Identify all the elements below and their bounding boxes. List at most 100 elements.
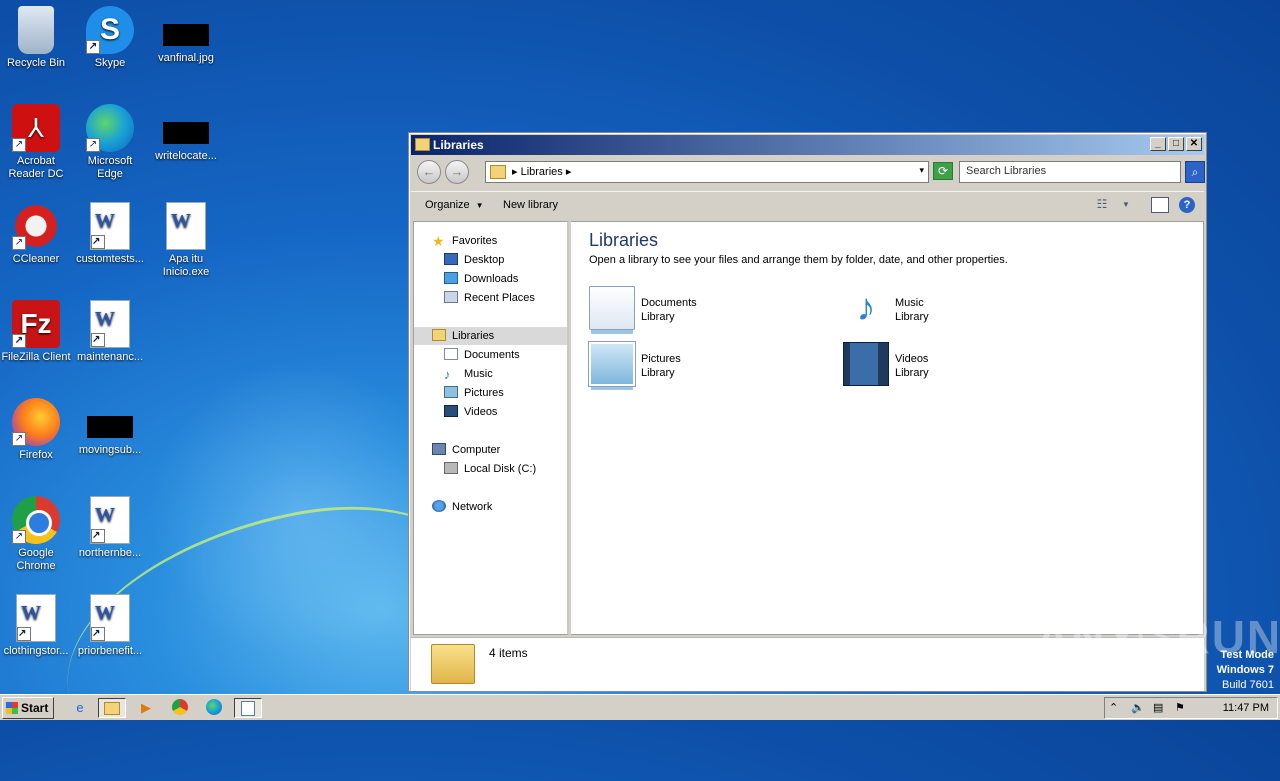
acrobat-icon: ⅄ ↗: [12, 104, 60, 152]
view-options-chevron-icon[interactable]: ▼: [1117, 197, 1135, 213]
address-dropdown[interactable]: ▾: [919, 165, 924, 176]
address-bar[interactable]: ▸ Libraries ▸ ▾: [485, 161, 929, 183]
start-button[interactable]: Start: [2, 697, 54, 719]
desktop-icon-firefox[interactable]: ↗ Firefox: [0, 398, 72, 462]
desktop-icon-ccleaner[interactable]: ↗ CCleaner: [0, 202, 72, 266]
change-view-icon[interactable]: ☷: [1093, 197, 1111, 213]
library-documents[interactable]: Documents Library: [589, 286, 829, 334]
close-button[interactable]: ✕: [1186, 137, 1202, 151]
nav-desktop[interactable]: Desktop: [444, 251, 504, 269]
desktop-icon-recycle-bin[interactable]: Recycle Bin: [0, 6, 72, 70]
content-pane: Libraries Open a library to see your fil…: [571, 221, 1204, 635]
desktop-icon-maintenance[interactable]: W ↗ maintenanc...: [74, 300, 146, 364]
desktop-icon-priorbenefit[interactable]: W ↗ priorbenefit...: [74, 594, 146, 658]
nav-label: Recent Places: [464, 292, 535, 304]
network-status-icon[interactable]: ▤: [1153, 701, 1163, 714]
breadcrumb[interactable]: ▸ Libraries ▸: [512, 165, 571, 178]
nav-network[interactable]: Network: [432, 498, 492, 516]
desktop-icon-filezilla[interactable]: Fz ↗ FileZilla Client: [0, 300, 72, 364]
nav-computer[interactable]: Computer: [432, 441, 500, 459]
help-icon[interactable]: ?: [1179, 197, 1195, 213]
desktop-icon-vanfinal[interactable]: vanfinal.jpg: [150, 6, 222, 65]
preview-pane-icon[interactable]: [1151, 197, 1169, 213]
forward-button[interactable]: →: [445, 160, 469, 184]
desktop-icon-edge[interactable]: ↗ Microsoft Edge: [74, 104, 146, 181]
desktop-icon-chrome[interactable]: ↗ Google Chrome: [0, 496, 72, 573]
desktop-icon-customtests[interactable]: W ↗ customtests...: [74, 202, 146, 266]
library-pictures[interactable]: Pictures Library: [588, 341, 829, 390]
edge-taskbar-icon[interactable]: [204, 698, 224, 718]
organize-button[interactable]: Organize ▼: [425, 199, 484, 211]
desktop-icon-label: northernbe...: [78, 547, 142, 559]
nav-documents[interactable]: Documents: [444, 346, 520, 364]
nav-label: Music: [464, 368, 493, 380]
word-doc-icon: W ↗: [16, 594, 56, 642]
notepad-icon: [241, 701, 255, 716]
minimize-button[interactable]: _: [1150, 137, 1166, 151]
navigation-pane: ★ Favorites Desktop Downloads Recent Plac…: [413, 221, 569, 635]
nav-label: Network: [452, 501, 493, 513]
chrome-icon: [172, 699, 188, 715]
shortcut-arrow-icon: ↗: [12, 530, 26, 544]
documents-icon: [444, 348, 458, 360]
library-type: Library: [895, 367, 929, 379]
nav-recent-places[interactable]: Recent Places: [444, 289, 535, 307]
nav-favorites[interactable]: ★ Favorites: [432, 232, 497, 250]
title-bar[interactable]: Libraries _ □ ✕: [411, 135, 1204, 155]
notepad-taskbar-button[interactable]: [234, 698, 262, 718]
explorer-taskbar-button[interactable]: [98, 698, 126, 718]
edge-icon: ↗: [86, 104, 134, 152]
image-file-icon: [163, 24, 209, 46]
start-label: Start: [21, 701, 49, 715]
breadcrumb-libraries[interactable]: Libraries: [521, 166, 563, 178]
shortcut-arrow-icon: ↗: [12, 334, 26, 348]
desktop-icon-acrobat[interactable]: ⅄ ↗ Acrobat Reader DC: [0, 104, 72, 181]
shortcut-arrow-icon: ↗: [86, 40, 100, 54]
nav-videos[interactable]: Videos: [444, 403, 497, 421]
library-label: Music Library: [895, 296, 929, 324]
local-disk-icon: [444, 462, 458, 474]
nav-label: Documents: [464, 349, 520, 361]
library-music[interactable]: ♪ Music Library: [843, 286, 1083, 334]
nav-label: Pictures: [464, 387, 504, 399]
volume-icon[interactable]: 🔈: [1131, 701, 1145, 714]
command-bar: Organize ▼ New library ☷ ▼ ?: [411, 191, 1204, 219]
nav-music[interactable]: ♪ Music: [444, 365, 493, 383]
nav-local-disk[interactable]: Local Disk (C:): [444, 460, 536, 478]
network-icon: [432, 500, 446, 512]
desktop-icon-label: vanfinal.jpg: [158, 52, 214, 64]
desktop-icon-label: Firefox: [19, 449, 53, 461]
search-input[interactable]: Search Libraries: [959, 161, 1181, 183]
file-icon: [87, 416, 133, 438]
media-player-icon[interactable]: ▶: [136, 698, 156, 718]
desktop-icon-movingsub[interactable]: movingsub...: [74, 398, 146, 457]
nav-libraries[interactable]: Libraries: [414, 327, 567, 345]
new-library-button[interactable]: New library: [503, 199, 558, 211]
recycle-bin-icon: [18, 6, 54, 54]
nav-pictures[interactable]: Pictures: [444, 384, 504, 402]
desktop-icon-apa-itu-inicio[interactable]: W Apa itu Inicio.exe: [150, 202, 222, 279]
back-button[interactable]: ←: [417, 160, 441, 184]
desktop-icon-writelocate[interactable]: writelocate...: [150, 104, 222, 163]
library-name: Videos: [895, 353, 929, 365]
desktop-icon-skype[interactable]: S ↗ Skype: [74, 6, 146, 70]
desktop-icon-label: Skype: [94, 57, 126, 69]
action-center-flag-icon[interactable]: ⚑: [1175, 701, 1185, 714]
music-library-icon: ♪: [856, 287, 876, 329]
maximize-button[interactable]: □: [1168, 137, 1184, 151]
internet-explorer-icon[interactable]: e: [70, 698, 90, 718]
nav-downloads[interactable]: Downloads: [444, 270, 518, 288]
show-hidden-icons-button[interactable]: ⌃: [1109, 701, 1118, 714]
windows-flag-icon: [6, 702, 18, 714]
clock[interactable]: 11:47 PM: [1223, 702, 1269, 714]
chrome-taskbar-icon[interactable]: [170, 698, 190, 718]
address-row: ← → ▸ Libraries ▸ ▾ ⟳ Search Libraries ⌕: [411, 157, 1205, 185]
word-doc-icon: W: [166, 202, 206, 250]
library-name: Documents: [641, 297, 697, 309]
library-videos[interactable]: Videos Library: [843, 342, 1083, 390]
desktop-icon-clothingstor[interactable]: W ↗ clothingstor...: [0, 594, 72, 658]
taskbar: Start e ▶ ⌃ 🔈 ▤ ⚑ 11:47 PM: [0, 694, 1280, 720]
refresh-button[interactable]: ⟳: [933, 162, 953, 180]
desktop-icon-northernbe[interactable]: W ↗ northernbe...: [74, 496, 146, 560]
search-button[interactable]: ⌕: [1185, 161, 1205, 183]
